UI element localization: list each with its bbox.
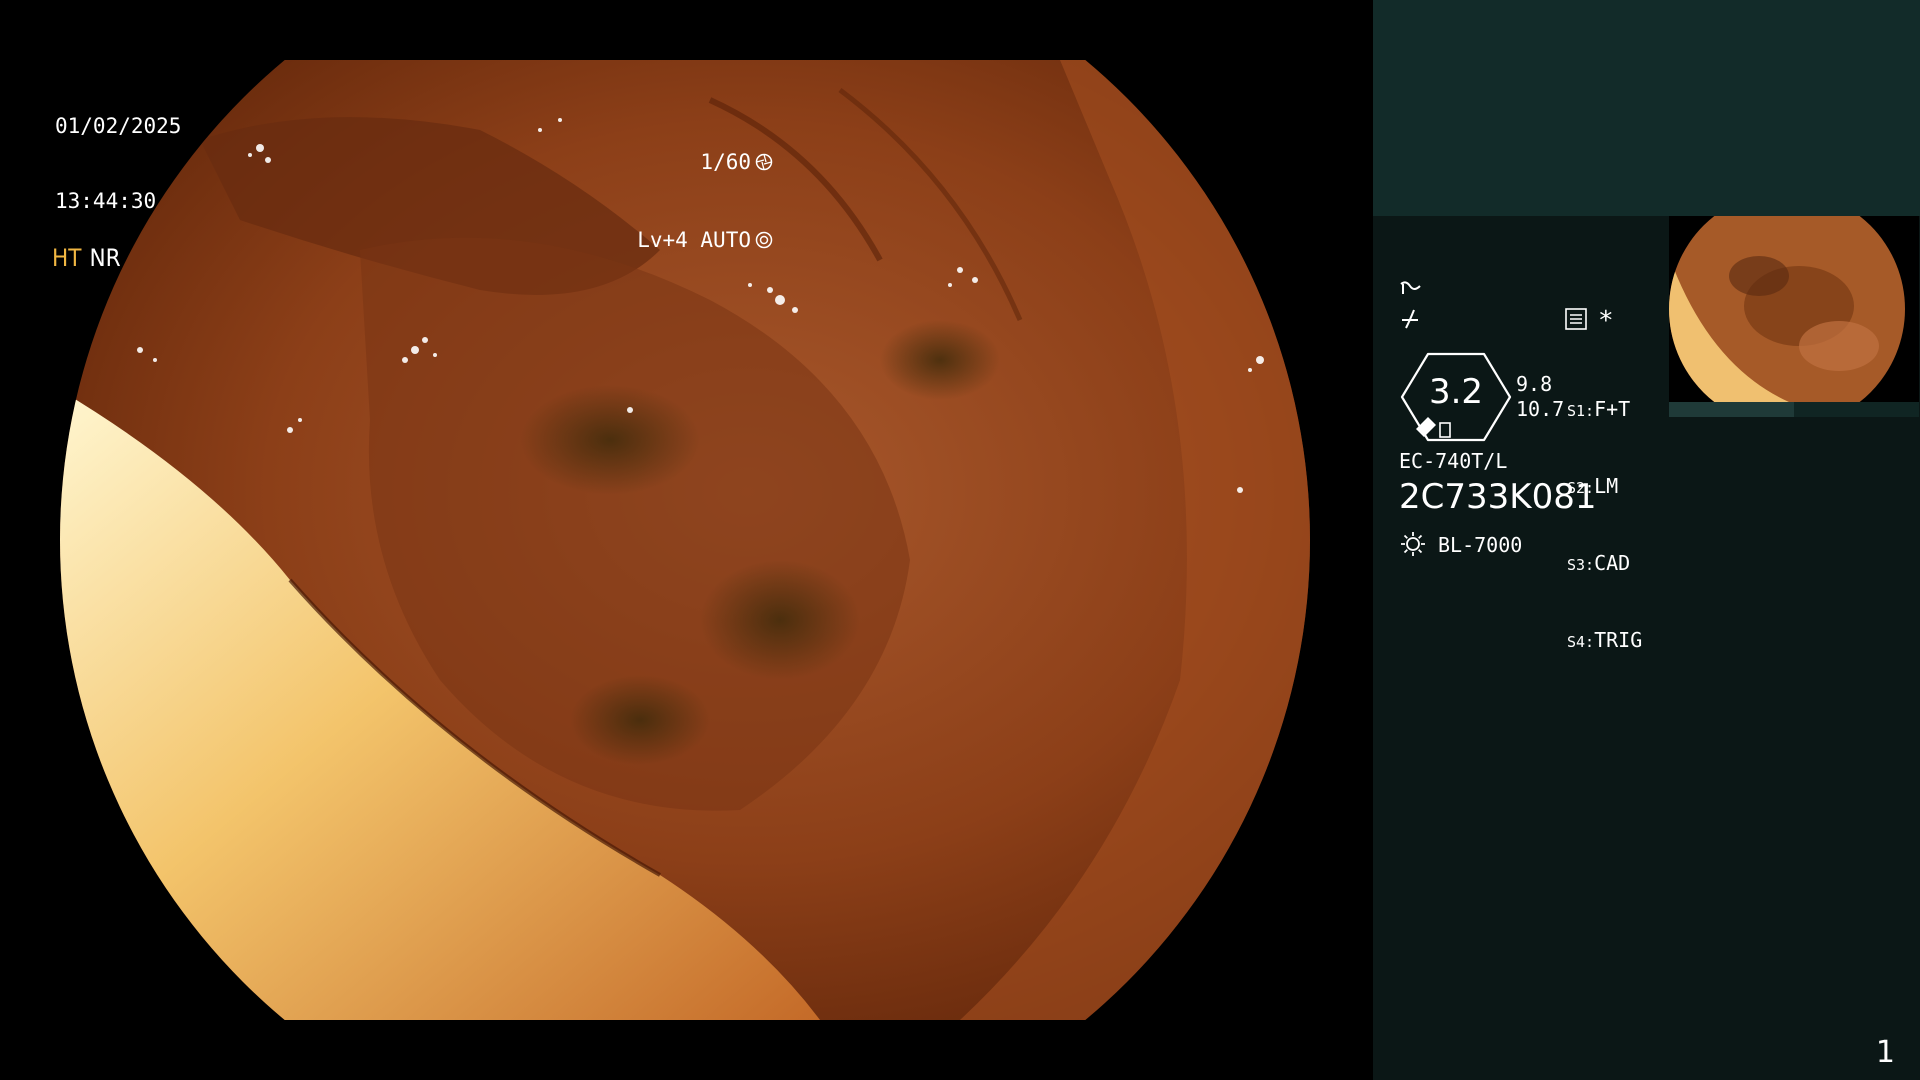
endoscope-feed: 01/02/2025 13:44:30 1/60 Lv+4 AUTO xyxy=(0,0,1373,1080)
zoom-value: 3.2 xyxy=(1428,372,1484,412)
switch-value: CAD xyxy=(1594,551,1631,575)
shutter-speed-text: 1/60 xyxy=(700,149,751,174)
switch-value: F+T xyxy=(1594,397,1631,421)
measurement-value: 9.8 xyxy=(1516,372,1553,396)
measurement-values: 9.8 10.7 xyxy=(1516,372,1564,422)
thumbnail-progress xyxy=(1669,402,1794,417)
switch-key: S1: xyxy=(1567,402,1595,420)
measurement-value: 10.7 xyxy=(1516,397,1565,421)
scope-model: EC-740T/L xyxy=(1399,449,1508,473)
date-text: 01/02/2025 xyxy=(55,114,182,138)
mode-nr: NR xyxy=(89,244,121,272)
enhance-icon xyxy=(1400,281,1421,294)
page-number: 1 xyxy=(1875,1035,1895,1070)
switch-key: S4: xyxy=(1567,633,1595,651)
panel-header-area xyxy=(1373,0,1920,216)
light-source-icon xyxy=(1401,532,1425,556)
thumbnail-status-bar xyxy=(1669,402,1919,417)
scope-serial: 2C733K081 xyxy=(1399,477,1597,517)
shutter-icon xyxy=(755,153,773,171)
switch-value: LM xyxy=(1594,474,1619,498)
record-icon xyxy=(1565,308,1587,330)
exposure-readout: 1/60 Lv+4 AUTO xyxy=(637,98,773,304)
structure-icon xyxy=(1402,309,1418,329)
image-mode: HT NR xyxy=(52,244,121,272)
switch-value: TRIG xyxy=(1594,628,1643,652)
switch-item: S1:F+T xyxy=(1567,397,1642,424)
switch-item: S3:CAD xyxy=(1567,551,1642,578)
timestamp: 01/02/2025 13:44:30 xyxy=(55,64,181,264)
star-mark: * xyxy=(1598,306,1614,336)
switch-item: S4:TRIG xyxy=(1567,628,1642,655)
time-text: 13:44:30 xyxy=(55,189,157,213)
captured-thumbnail[interactable] xyxy=(1669,216,1919,402)
switch-key: S3: xyxy=(1567,556,1595,574)
light-source-model: BL-7000 xyxy=(1438,533,1523,557)
iris-level-text: Lv+4 AUTO xyxy=(637,227,751,252)
iris-icon xyxy=(755,231,773,249)
mode-ht: HT xyxy=(52,244,82,272)
